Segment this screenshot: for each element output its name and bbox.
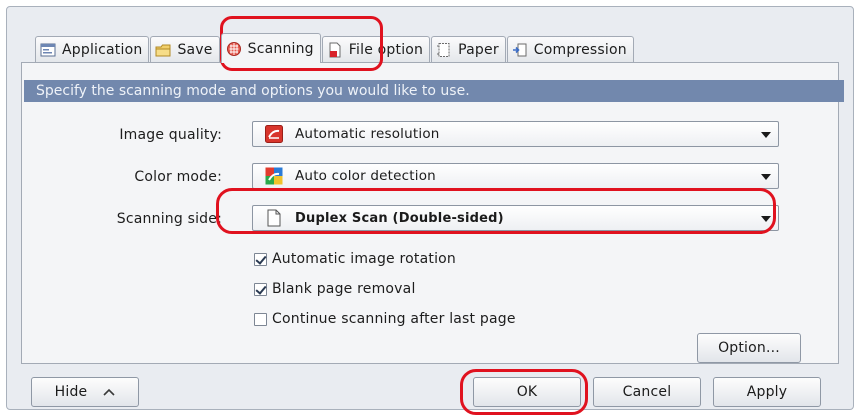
color-mode-label: Color mode: (134, 169, 222, 185)
tab-save[interactable]: Save (150, 36, 220, 63)
tab-label: Application (62, 42, 143, 58)
tab-label: Scanning (247, 40, 314, 57)
scanning-panel: Specify the scanning mode and options yo… (21, 62, 844, 364)
tab-label: Paper (458, 42, 499, 58)
option-button[interactable]: Option... (697, 333, 801, 363)
save-folder-icon (155, 44, 171, 57)
resolution-icon (265, 125, 283, 143)
image-quality-label: Image quality: (119, 127, 222, 143)
checkbox-label: Continue scanning after last page (272, 311, 516, 327)
image-quality-select[interactable]: Automatic resolution (252, 121, 779, 147)
color-detection-icon (265, 167, 283, 185)
application-icon (40, 43, 56, 57)
hide-button[interactable]: Hide (31, 377, 139, 407)
tab-strip: Application Save Scanning File option Pa… (35, 33, 635, 63)
tab-paper[interactable]: Paper (431, 36, 506, 63)
checkbox-checked-icon[interactable] (254, 252, 267, 266)
auto-rotation-checkbox[interactable]: Automatic image rotation (254, 251, 456, 267)
blank-page-removal-checkbox[interactable]: Blank page removal (254, 281, 416, 297)
scan-settings-dialog: Application Save Scanning File option Pa… (6, 6, 854, 410)
scanning-side-label: Scanning side: (116, 211, 222, 227)
color-mode-select[interactable]: Auto color detection (252, 163, 779, 189)
color-mode-value: Auto color detection (295, 168, 436, 184)
tab-scanning[interactable]: Scanning (220, 33, 321, 63)
checkbox-checked-icon[interactable] (254, 282, 267, 296)
dropdown-arrow-icon (761, 174, 771, 180)
apply-button[interactable]: Apply (713, 377, 821, 407)
tab-label: Compression (533, 42, 627, 58)
checkbox-label: Automatic image rotation (272, 251, 457, 267)
dropdown-arrow-icon (761, 132, 771, 138)
tab-compression[interactable]: Compression (506, 36, 634, 63)
file-option-icon (329, 42, 341, 58)
tab-file-option[interactable]: File option (321, 36, 431, 63)
duplex-page-icon (267, 209, 281, 227)
cancel-button[interactable]: Cancel (593, 377, 701, 407)
dropdown-arrow-icon (761, 216, 771, 222)
image-quality-row: Image quality: Automatic resolution (22, 121, 862, 149)
scanning-side-select[interactable]: Duplex Scan (Double-sided) (252, 205, 779, 231)
checkbox-label: Blank page removal (272, 281, 416, 297)
paper-icon (437, 43, 450, 57)
instruction-banner: Specify the scanning mode and options yo… (24, 80, 844, 102)
tab-label: File option (348, 42, 424, 58)
image-quality-value: Automatic resolution (295, 126, 440, 142)
color-mode-row: Color mode: Auto color detection (22, 163, 862, 191)
hide-button-label: Hide (54, 384, 88, 400)
ok-button[interactable]: OK (473, 377, 581, 407)
continue-scanning-checkbox[interactable]: Continue scanning after last page (254, 311, 516, 327)
scanning-side-row: Scanning side: Duplex Scan (Double-sided… (22, 205, 862, 233)
scanning-icon (226, 41, 241, 56)
chevron-up-icon (103, 388, 115, 396)
checkbox-unchecked-icon[interactable] (254, 312, 267, 326)
compression-icon (512, 43, 527, 57)
tab-label: Save (177, 42, 213, 58)
scanning-side-value: Duplex Scan (Double-sided) (295, 210, 504, 226)
tab-application[interactable]: Application (35, 36, 150, 63)
